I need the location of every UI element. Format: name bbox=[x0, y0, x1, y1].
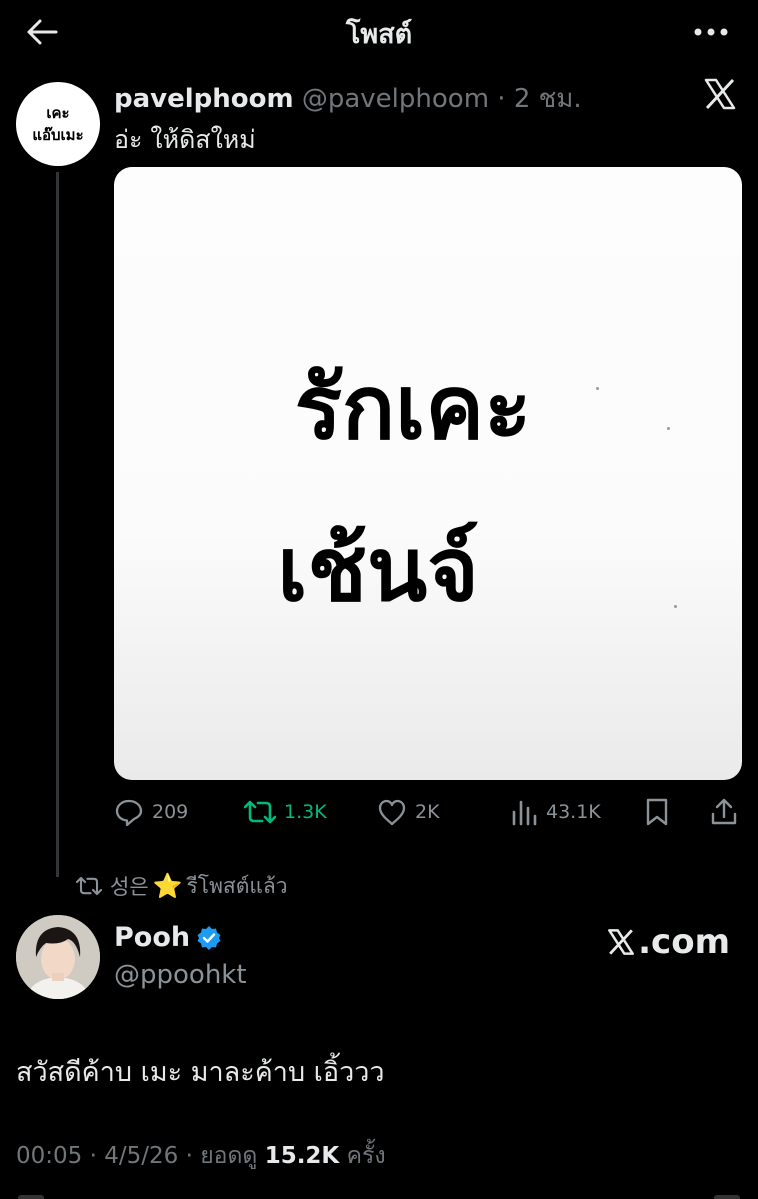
views-label: ยอดดู bbox=[200, 1143, 265, 1169]
avatar[interactable] bbox=[16, 915, 100, 999]
meta-separator: · bbox=[489, 84, 514, 114]
share-button[interactable] bbox=[710, 790, 746, 834]
bottom-edge bbox=[0, 1192, 758, 1199]
x-logo-icon bbox=[608, 929, 635, 955]
cut-off-element bbox=[18, 1195, 44, 1199]
post-header: pavelphoom @pavelphoom · 2 ชม. bbox=[114, 78, 582, 119]
page-title: โพสต์ bbox=[345, 19, 413, 50]
bookmark-icon bbox=[646, 798, 668, 826]
retweet-icon bbox=[244, 800, 276, 824]
profile-photo bbox=[16, 915, 100, 999]
like-count: 2K bbox=[415, 801, 440, 823]
avatar-text-line2: แอ๊บเมะ bbox=[32, 126, 84, 144]
x-com-watermark: .com bbox=[606, 922, 730, 962]
image-speck bbox=[596, 387, 599, 390]
views-count: 43.1K bbox=[546, 801, 601, 823]
avatar[interactable]: เคะ แอ๊บเมะ bbox=[16, 82, 100, 166]
author-name-text: Pooh bbox=[114, 922, 191, 953]
author-handle[interactable]: @pavelphoom bbox=[302, 84, 489, 114]
post-text: อ่ะ ให้ดิสใหม่ bbox=[114, 125, 256, 154]
post-time: 2 ชม. bbox=[513, 84, 582, 114]
repost-indicator[interactable]: 성은 ⭐ รีโพสต์แล้ว bbox=[76, 870, 288, 902]
views-count[interactable]: 15.2K bbox=[265, 1143, 340, 1169]
share-icon bbox=[711, 798, 737, 825]
like-icon bbox=[378, 799, 406, 826]
post-time: 00:05 bbox=[16, 1143, 83, 1169]
star-emoji: ⭐ bbox=[152, 872, 183, 900]
post-date: 4/5/26 bbox=[104, 1143, 179, 1169]
image-speck bbox=[667, 427, 670, 430]
post-actions: 209 1.3K 2K 43.1K bbox=[114, 790, 744, 834]
reply-icon bbox=[115, 799, 143, 827]
retweet-icon bbox=[76, 876, 102, 896]
retweet-button[interactable]: 1.3K bbox=[244, 790, 327, 834]
author-handle[interactable]: @ppoohkt bbox=[114, 960, 247, 990]
author-name[interactable]: Pooh bbox=[114, 922, 222, 953]
post-text: สวัสดีค้าบ เมะ มาละค้าบ เอิ้ววว bbox=[16, 1057, 385, 1088]
avatar-text-line1: เคะ bbox=[46, 104, 70, 122]
post-image[interactable]: รักเคะ เช้นจ์ bbox=[114, 167, 742, 780]
views-button[interactable]: 43.1K bbox=[510, 790, 601, 834]
bookmark-button[interactable] bbox=[644, 790, 678, 834]
views-icon bbox=[512, 800, 537, 826]
top-bar: โพสต์ bbox=[0, 0, 758, 62]
image-text-line2: เช้นจ์ bbox=[277, 520, 479, 619]
thread-connector-line bbox=[56, 172, 59, 877]
meta-separator: · bbox=[82, 1143, 105, 1169]
like-button[interactable]: 2K bbox=[377, 790, 440, 834]
more-icon bbox=[694, 28, 728, 36]
reply-count: 209 bbox=[152, 801, 189, 823]
reply-button[interactable]: 209 bbox=[114, 790, 188, 834]
x-logo-icon bbox=[704, 78, 736, 110]
author-name[interactable]: pavelphoom bbox=[114, 84, 294, 114]
meta-separator: · bbox=[178, 1143, 201, 1169]
repost-user: 성은 bbox=[110, 875, 149, 899]
cut-off-element bbox=[714, 1195, 740, 1199]
image-text-line1: รักเคะ bbox=[294, 358, 532, 457]
views-suffix: ครั้ง bbox=[339, 1143, 386, 1169]
post-meta: 00:05 · 4/5/26 · ยอดดู 15.2K ครั้ง bbox=[16, 1138, 386, 1174]
image-speck bbox=[674, 605, 677, 608]
x-com-text: .com bbox=[638, 922, 730, 962]
retweet-count: 1.3K bbox=[284, 801, 327, 823]
more-button[interactable] bbox=[678, 12, 728, 52]
repost-label: รีโพสต์แล้ว bbox=[186, 873, 288, 898]
verified-badge-icon bbox=[197, 925, 221, 950]
